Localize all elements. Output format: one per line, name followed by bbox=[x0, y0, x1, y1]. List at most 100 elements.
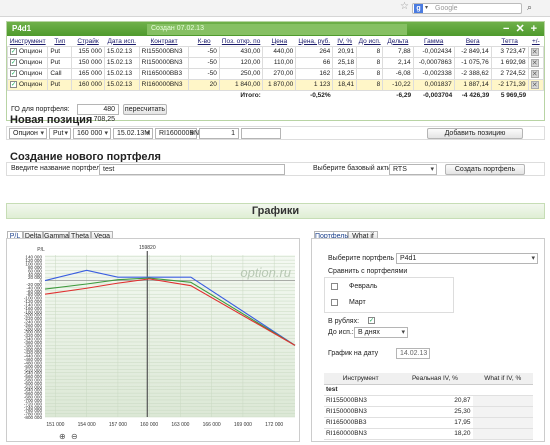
compare-checkbox-mar[interactable] bbox=[331, 299, 338, 306]
till-expiry-select[interactable]: В днях bbox=[354, 327, 408, 338]
column-header[interactable]: Дельта bbox=[382, 37, 414, 46]
column-header[interactable]: Цена, руб. bbox=[295, 37, 333, 46]
new-strike-select[interactable]: 160 000 bbox=[73, 128, 111, 139]
position-cell-qty: -50 bbox=[188, 56, 220, 69]
totals-cell: Итого: bbox=[240, 92, 261, 100]
bookmark-star-icon[interactable]: ☆ bbox=[400, 1, 409, 12]
zoom-out-icon[interactable]: ⊖ bbox=[71, 432, 78, 441]
column-header[interactable]: До исп. bbox=[356, 37, 383, 46]
new-date-select[interactable]: 15.02.13M bbox=[113, 128, 153, 139]
column-header[interactable]: Тетта bbox=[491, 37, 529, 46]
iv-whatif-input[interactable] bbox=[472, 428, 533, 440]
position-cell-instrument[interactable]: ✓ Опцион bbox=[6, 78, 49, 91]
rubles-checkbox[interactable]: ✓ bbox=[368, 317, 375, 324]
position-cell-instrument[interactable]: ✓ Опцион bbox=[6, 67, 49, 80]
position-cell-contract[interactable]: RI165000BB3 bbox=[138, 67, 190, 80]
compare-checkbox-feb[interactable] bbox=[331, 283, 338, 290]
new-instrument-select[interactable]: Опцион bbox=[9, 128, 47, 139]
chart-date-input[interactable]: 14.02.13 bbox=[396, 348, 430, 359]
delete-position-icon[interactable]: ✕ bbox=[530, 80, 539, 89]
column-header[interactable]: Цена bbox=[262, 37, 296, 46]
totals-cell: -6,29 bbox=[396, 92, 412, 100]
position-checkbox[interactable]: ✓ bbox=[10, 58, 17, 66]
portfolio-created-date: Создан 07.02.13 bbox=[147, 24, 407, 35]
position-cell-contract[interactable]: RI155000BN3 bbox=[138, 45, 190, 58]
position-cell-strike[interactable]: 150 000 bbox=[71, 56, 105, 69]
position-cell-instrument[interactable]: ✓ Опцион bbox=[6, 56, 49, 69]
base-asset-select[interactable]: RTS bbox=[389, 164, 437, 175]
position-cell-price: 270,00 bbox=[262, 67, 297, 80]
delete-position-icon[interactable]: ✕ bbox=[530, 47, 539, 56]
google-search-engine-icon[interactable]: g bbox=[414, 4, 423, 13]
iv-whatif-input[interactable] bbox=[472, 406, 533, 418]
create-portfolio-button[interactable]: Создать портфель bbox=[445, 164, 525, 175]
delete-position-icon[interactable]: ✕ bbox=[530, 58, 539, 67]
column-header[interactable]: IV, % bbox=[332, 37, 357, 46]
portfolio-window-controls[interactable]: −✕+ bbox=[503, 22, 543, 35]
position-checkbox[interactable]: ✓ bbox=[10, 69, 17, 77]
position-cell-vega: -2 388,62 bbox=[453, 67, 492, 80]
iv-whatif-input[interactable] bbox=[472, 417, 533, 429]
position-cell-strike[interactable]: 155 000 bbox=[71, 45, 105, 58]
new-contract-select[interactable]: RI160000BN3 bbox=[155, 128, 203, 139]
position-cell-delta: -6,08 bbox=[382, 67, 414, 80]
position-cell-date[interactable]: 15.02.13 bbox=[103, 67, 140, 80]
column-header[interactable]: Поз. откр. по bbox=[219, 37, 263, 46]
position-cell-date[interactable]: 15.02.13 bbox=[103, 56, 140, 69]
position-delete-cell: ✕ bbox=[527, 67, 545, 80]
new-qty-input[interactable]: 1 bbox=[199, 128, 239, 139]
delete-position-icon[interactable]: ✕ bbox=[530, 69, 539, 78]
add-icon[interactable]: + bbox=[531, 23, 543, 35]
position-checkbox[interactable]: ✓ bbox=[10, 47, 17, 55]
iv-whatif-input[interactable] bbox=[472, 395, 533, 407]
column-header[interactable]: Тип bbox=[47, 37, 72, 46]
column-header[interactable]: Инструмент bbox=[7, 37, 48, 46]
iv-row: RI155000BN3 20,87 bbox=[324, 395, 533, 407]
choose-portfolio-select[interactable]: P4d1 bbox=[396, 253, 538, 264]
add-position-button[interactable]: Добавить позицию bbox=[427, 128, 523, 139]
position-row[interactable]: ✓ Опцион Put 155 000 15.02.13 RI155000BN3 -50 4… bbox=[6, 45, 545, 58]
position-cell-date[interactable]: 15.02.13 bbox=[103, 78, 140, 91]
new-type-select[interactable]: Put bbox=[49, 128, 71, 139]
search-icon[interactable]: ⌕ bbox=[527, 2, 532, 13]
portfolio-name-label: Введите название портфеля bbox=[11, 165, 104, 172]
column-header[interactable]: Контракт bbox=[139, 37, 189, 46]
position-row[interactable]: ✓ Опцион Put 150 000 15.02.13 RI150000BN3 -50 1… bbox=[6, 56, 545, 69]
pl-chart-svg: 140 000120 000100 00080 00060 00040 0002… bbox=[24, 245, 296, 441]
totals-cell: 5 969,59 bbox=[500, 92, 527, 100]
position-cell-date[interactable]: 15.02.13 bbox=[103, 45, 140, 58]
portfolio-settings-panel: Выберите портфель P4d1 Сравнить с портфе… bbox=[311, 238, 545, 442]
column-header[interactable]: Дата исп. bbox=[104, 37, 140, 46]
column-header[interactable]: +/- bbox=[528, 37, 544, 46]
position-cell-type[interactable]: Call bbox=[47, 67, 73, 80]
minimize-icon[interactable]: − bbox=[503, 23, 515, 35]
new-price-input[interactable] bbox=[241, 128, 281, 139]
zoom-in-icon[interactable]: ⊕ bbox=[59, 432, 66, 441]
totals-row: Итого: -0,52% -6,29 -0,003704 -4 426,39 5 969… bbox=[8, 90, 544, 101]
position-cell-instrument[interactable]: ✓ Опцион bbox=[6, 45, 49, 58]
search-engine-dropdown-icon[interactable]: ▾ bbox=[425, 4, 428, 11]
position-row[interactable]: ✓ Опцион Call 165 000 15.02.13 RI165000BB3 -50… bbox=[6, 67, 545, 80]
position-row[interactable]: ✓ Опцион Put 160 000 15.02.13 RI160000BN3 20 1 … bbox=[6, 78, 545, 91]
portfolio-name-input[interactable]: test bbox=[99, 164, 285, 175]
iv-table: Инструмент Реальная IV, % What if IV, % … bbox=[324, 373, 533, 440]
position-checkbox[interactable]: ✓ bbox=[10, 80, 17, 88]
position-cell-contract[interactable]: RI160000BN3 bbox=[138, 78, 190, 91]
x-tick-label: 160 000 bbox=[140, 422, 158, 428]
position-cell-strike[interactable]: 160 000 bbox=[71, 78, 105, 91]
position-cell-type[interactable]: Put bbox=[47, 78, 73, 91]
browser-search-input[interactable]: Google bbox=[412, 3, 522, 14]
position-cell-type[interactable]: Put bbox=[47, 56, 73, 69]
column-header[interactable]: К-во bbox=[188, 37, 220, 46]
close-icon[interactable]: ✕ bbox=[515, 23, 530, 35]
position-cell-contract[interactable]: RI150000BN3 bbox=[138, 56, 190, 69]
column-header[interactable]: Вега bbox=[454, 37, 492, 46]
iv-instrument: RI160000BN3 bbox=[324, 428, 398, 440]
x-tick-label: 154 000 bbox=[78, 422, 96, 428]
position-cell-strike[interactable]: 165 000 bbox=[71, 67, 105, 80]
position-cell-type[interactable]: Put bbox=[47, 45, 73, 58]
column-header[interactable]: Страйк bbox=[71, 37, 105, 46]
till-expiry-label: До исп.: bbox=[328, 329, 354, 336]
column-header[interactable]: Гамма bbox=[413, 37, 455, 46]
recalculate-button[interactable]: пересчитать bbox=[123, 104, 167, 115]
